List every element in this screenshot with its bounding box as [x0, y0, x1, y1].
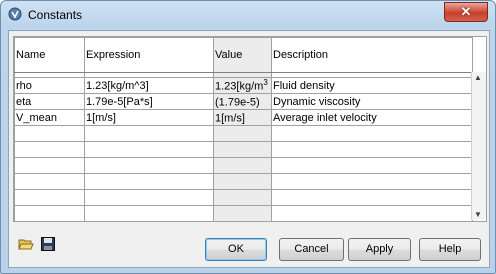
scroll-up-icon[interactable]: ▲: [474, 73, 482, 82]
value-text: 1[m/s]: [215, 112, 245, 125]
empty-cell[interactable]: [84, 205, 214, 221]
dialog-body: Name Expression Value Description rho 1.2…: [8, 30, 490, 268]
cell-value: 1[m/s]: [213, 109, 272, 126]
empty-cell[interactable]: [213, 189, 272, 206]
empty-cell[interactable]: [85, 222, 214, 223]
cell-description[interactable]: Dynamic viscosity: [271, 93, 473, 110]
app-icon: [8, 7, 22, 21]
empty-cell[interactable]: [15, 222, 85, 223]
table-row[interactable]: V_mean 1[m/s] 1[m/s] Average inlet velocity: [14, 109, 473, 126]
empty-row[interactable]: [14, 141, 473, 158]
empty-row[interactable]: [14, 125, 473, 142]
cell-name[interactable]: eta: [14, 93, 85, 110]
expression-text: 1[m/s]: [86, 111, 116, 124]
empty-cell[interactable]: [84, 125, 214, 142]
table-row[interactable]: rho 1.23[kg/m^3] 1.23[kg/m3 Fluid density: [14, 77, 473, 94]
empty-cell[interactable]: [272, 222, 473, 223]
cell-name[interactable]: rho: [14, 77, 85, 94]
name-text: rho: [16, 79, 32, 92]
empty-cell[interactable]: [271, 205, 473, 221]
vertical-scrollbar[interactable]: ▲ ▼: [471, 72, 486, 220]
empty-cell[interactable]: [84, 173, 214, 190]
empty-cell[interactable]: [213, 141, 272, 158]
cell-name[interactable]: V_mean: [14, 109, 85, 126]
empty-cell[interactable]: [14, 125, 85, 142]
empty-cell[interactable]: [14, 189, 85, 206]
column-header-value[interactable]: Value: [213, 37, 272, 73]
empty-row[interactable]: [14, 157, 473, 174]
close-button[interactable]: ✕: [444, 2, 488, 22]
empty-row[interactable]: [14, 189, 473, 206]
empty-cell[interactable]: [213, 125, 272, 142]
empty-cell[interactable]: [84, 157, 214, 174]
empty-row[interactable]: [15, 222, 473, 223]
empty-cell[interactable]: [271, 141, 473, 158]
cell-value: (1.79e-5): [213, 93, 272, 110]
empty-cell[interactable]: [271, 157, 473, 174]
empty-cell[interactable]: [271, 173, 473, 190]
empty-cell[interactable]: [14, 141, 85, 158]
empty-cell[interactable]: [213, 157, 272, 174]
empty-cell[interactable]: [14, 157, 85, 174]
cell-description[interactable]: Average inlet velocity: [271, 109, 473, 126]
empty-cell[interactable]: [271, 125, 473, 142]
value-text: (1.79e-5): [215, 96, 260, 109]
empty-row[interactable]: [14, 173, 473, 190]
empty-cell[interactable]: [14, 205, 85, 221]
ok-button[interactable]: OK: [205, 238, 267, 261]
apply-button[interactable]: Apply: [348, 238, 411, 261]
empty-cell[interactable]: [214, 222, 272, 223]
folder-open-icon[interactable]: [18, 236, 34, 252]
description-text: Dynamic viscosity: [273, 95, 361, 108]
empty-cell[interactable]: [14, 173, 85, 190]
cell-expression[interactable]: 1.23[kg/m^3]: [84, 77, 214, 94]
column-header-name[interactable]: Name: [14, 37, 85, 73]
value-superscript: 3: [263, 78, 268, 88]
title-bar[interactable]: Constants ✕: [1, 1, 495, 29]
constants-dialog: Constants ✕ Name Expression Value Descri…: [0, 0, 496, 274]
cell-description[interactable]: Fluid density: [271, 77, 473, 94]
expression-text: 1.79e-5[Pa*s]: [86, 95, 153, 108]
column-header-expression[interactable]: Expression: [84, 37, 214, 73]
cell-expression[interactable]: 1.79e-5[Pa*s]: [84, 93, 214, 110]
constants-table: Name Expression Value Description rho 1.2…: [13, 36, 487, 222]
empty-cell[interactable]: [213, 173, 272, 190]
column-header-description[interactable]: Description: [271, 37, 473, 73]
description-text: Fluid density: [273, 79, 335, 92]
table-row[interactable]: eta 1.79e-5[Pa*s] (1.79e-5) Dynamic viscosi…: [14, 93, 473, 110]
cell-expression[interactable]: 1[m/s]: [84, 109, 214, 126]
expression-text: 1.23[kg/m^3]: [86, 79, 149, 92]
value-text: 1.23[kg/m: [215, 80, 264, 93]
name-text: eta: [16, 95, 32, 108]
empty-cell[interactable]: [84, 189, 214, 206]
cell-value: 1.23[kg/m3: [213, 77, 272, 94]
empty-row[interactable]: [14, 205, 473, 221]
close-icon: ✕: [460, 4, 472, 19]
empty-cell[interactable]: [213, 205, 272, 221]
name-text: V_mean: [16, 111, 57, 124]
help-button[interactable]: Help: [419, 238, 481, 261]
empty-cell[interactable]: [271, 189, 473, 206]
description-text: Average inlet velocity: [273, 111, 377, 124]
window-title: Constants: [28, 8, 83, 22]
empty-cell[interactable]: [84, 141, 214, 158]
cancel-button[interactable]: Cancel: [279, 238, 344, 261]
save-icon[interactable]: [40, 236, 56, 252]
scroll-down-icon[interactable]: ▼: [474, 210, 482, 219]
